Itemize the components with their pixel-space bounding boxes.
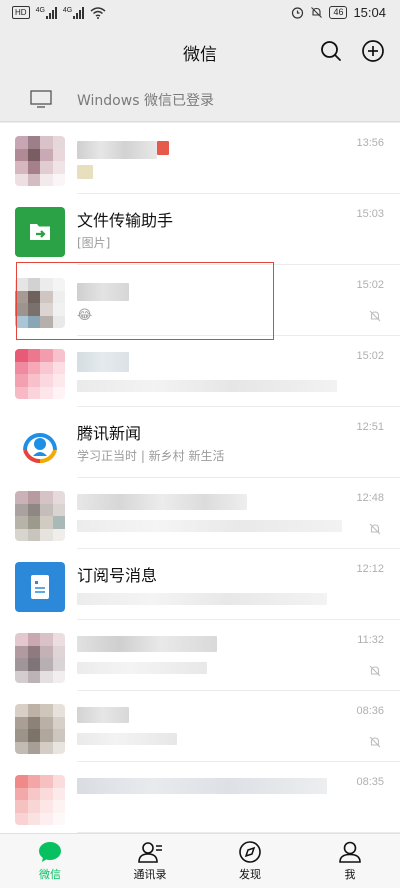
avatar [15,278,65,328]
avatar [15,207,65,257]
blurred-name [77,352,129,372]
chat-time: 13:56 [356,137,384,149]
chat-preview: 😂 [77,308,93,323]
chat-preview: [图片] [77,236,111,250]
chat-preview: 学习正当时 | 新乡村 新生活 [77,449,225,463]
blurred-name [77,283,129,301]
chat-item[interactable]: 12:48 [0,478,400,549]
blurred-preview [77,165,93,179]
chat-item[interactable]: 订阅号消息 12:12 [0,549,400,620]
chat-list[interactable]: 13:56 文件传输助手 [图片] 15:03 😂 15:02 15:02 腾讯… [0,123,400,833]
chat-item[interactable]: 08:36 [0,691,400,762]
monitor-icon [30,90,52,108]
subscription-document-icon [31,575,49,599]
signal-indicator-2: 4G [63,6,85,19]
chat-time: 12:12 [356,563,384,575]
avatar [15,349,65,399]
blurred-preview [77,662,207,674]
chat-name: 订阅号消息 [77,566,158,585]
battery-indicator: 46 [329,6,348,19]
contacts-icon [138,842,162,863]
chat-time: 15:03 [356,208,384,220]
blurred-name [77,778,327,794]
blurred-preview [77,593,327,605]
tab-bar: 微信 通讯录 发现 我 [0,833,400,888]
blurred-name [77,707,129,723]
blurred-preview [77,733,177,745]
tab-label: 通讯录 [133,868,167,881]
tab-label: 发现 [239,868,261,881]
avatar [15,775,65,825]
avatar [15,420,65,470]
blurred-name [77,494,247,510]
avatar [15,136,65,186]
chat-item[interactable]: 13:56 [0,123,400,194]
person-icon [339,841,361,863]
folder-icon [30,224,50,240]
mute-bell-icon [369,736,381,748]
blurred-name [157,141,169,155]
chat-item[interactable]: 腾讯新闻 学习正当时 | 新乡村 新生活 12:51 [0,407,400,478]
wifi-icon [90,6,106,19]
mute-bell-icon [369,665,381,677]
search-icon[interactable] [318,38,344,64]
mute-bell-icon [369,523,381,535]
compass-icon [239,841,261,863]
chat-time: 11:32 [357,634,384,646]
plus-circle-icon[interactable] [360,38,386,64]
tab-label: 微信 [39,868,61,881]
chat-time: 08:35 [356,776,384,788]
chat-item[interactable]: 11:32 [0,620,400,691]
blurred-preview [77,380,337,392]
alarm-icon [292,7,304,19]
chat-time: 12:48 [356,492,384,504]
avatar [15,704,65,754]
signal-indicator-1: 4G [36,6,57,19]
tab-label: 我 [344,868,356,881]
blurred-name [77,141,157,159]
signal-bars-icon [73,6,85,19]
chat-item[interactable]: 08:35 [0,762,400,833]
blurred-name [77,636,217,652]
tab-discover[interactable]: 发现 [200,838,300,888]
chat-time: 12:51 [356,421,384,433]
hd-badge: HD [12,6,30,19]
avatar [15,491,65,541]
mute-bell-icon [311,7,323,18]
chat-bubble-icon [39,842,61,862]
windows-login-bar[interactable]: Windows 微信已登录 [0,76,400,122]
chat-time: 08:36 [356,705,384,717]
chat-time: 15:02 [356,279,384,291]
tab-me[interactable]: 我 [300,838,400,888]
chat-time: 15:02 [356,350,384,362]
chat-name: 腾讯新闻 [77,424,142,443]
windows-login-text: Windows 微信已登录 [77,93,214,109]
status-bar: HD 4G 4G 46 15:04 [0,0,400,28]
status-time: 15:04 [353,5,386,20]
chat-item[interactable]: 15:02 [0,336,400,407]
tab-chats[interactable]: 微信 [0,838,100,888]
app-header: 微信 [0,28,400,76]
chat-item[interactable]: 😂 15:02 [0,265,400,336]
avatar [15,633,65,683]
tab-contacts[interactable]: 通讯录 [100,838,200,888]
chat-item[interactable]: 文件传输助手 [图片] 15:03 [0,194,400,265]
mute-bell-icon [369,310,381,322]
signal-bars-icon [45,6,57,19]
avatar [15,562,65,612]
chat-name: 文件传输助手 [77,211,174,230]
blurred-preview [77,520,342,532]
tencent-news-logo-icon [23,433,57,463]
